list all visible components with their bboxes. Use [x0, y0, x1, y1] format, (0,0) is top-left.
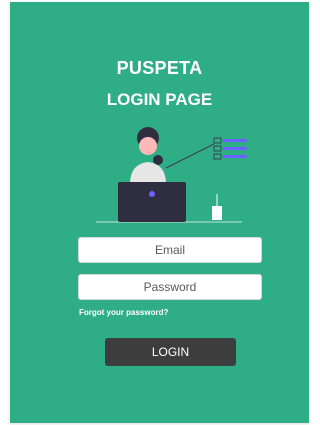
panel-box-3 — [213, 153, 222, 160]
password-field[interactable] — [78, 274, 262, 300]
laptop-shape — [118, 182, 186, 222]
page-title: LOGIN PAGE — [106, 90, 213, 109]
panel-box-1 — [213, 137, 222, 144]
cup-icon — [212, 206, 222, 220]
panel-box-2 — [213, 145, 222, 152]
forgot-password-link[interactable]: Forgot your password? — [79, 308, 168, 317]
email-field[interactable] — [78, 237, 262, 263]
connector-line — [165, 143, 215, 169]
face-shape — [139, 137, 157, 155]
panel-line-3 — [223, 155, 247, 158]
app-title: PUSPETA — [116, 58, 203, 78]
hair-bun — [153, 155, 163, 165]
panel-line-2 — [223, 147, 247, 150]
laptop-logo — [149, 191, 155, 197]
login-button[interactable]: LOGIN — [105, 338, 236, 366]
body-shape — [130, 162, 166, 184]
login-card: PUSPETA LOGIN PAGE Forgot your password?… — [10, 2, 309, 423]
person-at-laptop-illustration — [96, 127, 247, 223]
panel-line-1 — [223, 139, 247, 142]
